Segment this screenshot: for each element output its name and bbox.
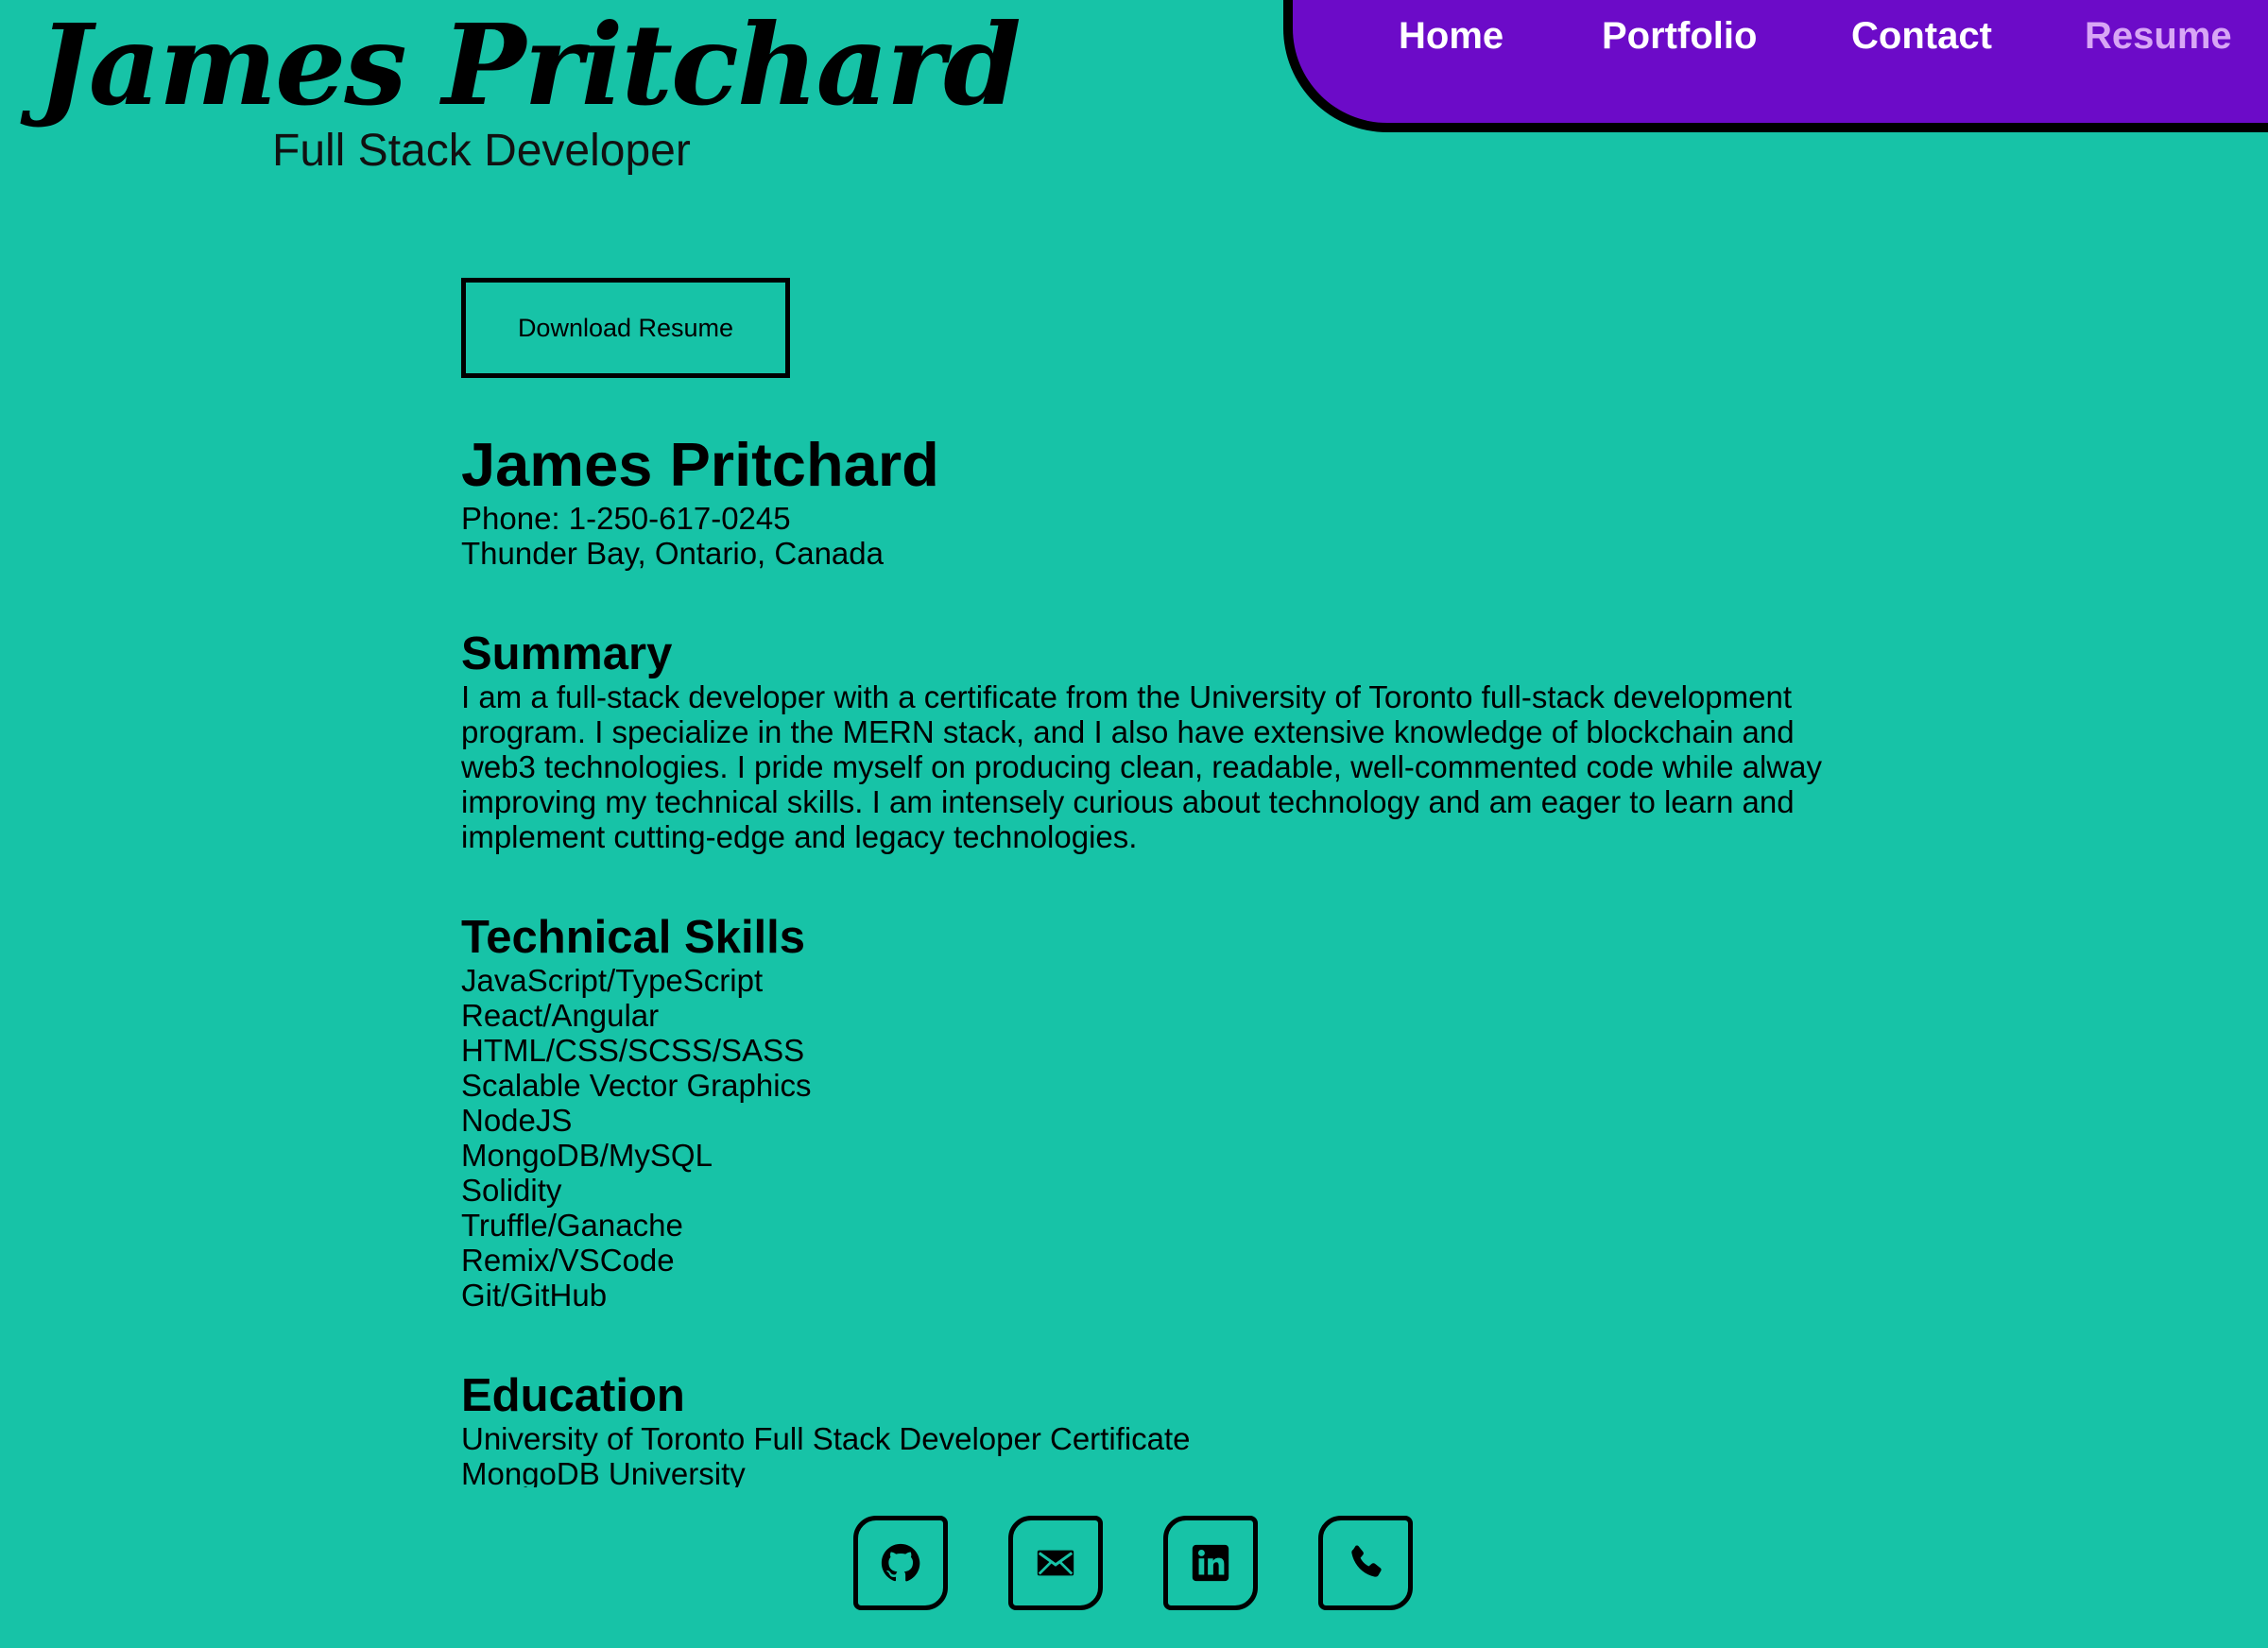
education-item: University of Toronto Full Stack Develop… xyxy=(461,1421,1191,1457)
summary-heading: Summary xyxy=(461,628,673,680)
summary-section: Summary I am a full-stack developer with… xyxy=(461,628,1822,855)
skills-section: Technical Skills JavaScript/TypeScript R… xyxy=(461,915,1822,1313)
skill-item: Truffle/Ganache xyxy=(461,1208,683,1244)
skill-item: JavaScript/TypeScript xyxy=(461,963,764,999)
nav-link-contact[interactable]: Contact xyxy=(1851,15,1992,58)
download-resume-button[interactable]: Download Resume xyxy=(461,278,790,378)
skill-item: HTML/CSS/SCSS/SASS xyxy=(461,1033,805,1069)
skill-item: Git/GitHub xyxy=(461,1278,608,1313)
contact-location: Thunder Bay, Ontario, Canada xyxy=(461,536,884,572)
education-section: Education University of Toronto Full Sta… xyxy=(461,1373,1822,1487)
summary-line: I am a full-stack developer with a certi… xyxy=(461,679,1792,715)
social-links xyxy=(853,1516,1413,1610)
github-icon xyxy=(881,1543,920,1582)
resume-page: James Pritchard Full Stack Developer Hom… xyxy=(0,0,2268,1648)
skill-item: React/Angular xyxy=(461,998,660,1034)
skill-item: MongoDB/MySQL xyxy=(461,1138,713,1174)
summary-line: improving my technical skills. I am inte… xyxy=(461,784,1795,820)
education-heading: Education xyxy=(461,1370,685,1422)
github-button[interactable] xyxy=(853,1516,948,1610)
phone-button[interactable] xyxy=(1318,1516,1413,1610)
linkedin-button[interactable] xyxy=(1163,1516,1258,1610)
summary-line: web3 technologies. I pride myself on pro… xyxy=(461,749,1822,785)
contact-phone: Phone: 1-250-617-0245 xyxy=(461,501,791,537)
education-item: MongoDB University xyxy=(461,1456,746,1487)
skill-item: Scalable Vector Graphics xyxy=(461,1068,812,1104)
nav-link-home[interactable]: Home xyxy=(1399,15,1503,58)
summary-line: implement cutting-edge and legacy techno… xyxy=(461,819,1138,855)
brand-name[interactable]: James Pritchard xyxy=(38,4,1022,127)
skill-item: Remix/VSCode xyxy=(461,1243,675,1279)
resume-content: Download Resume James Pritchard Phone: 1… xyxy=(461,278,1822,1487)
nav-link-portfolio[interactable]: Portfolio xyxy=(1602,15,1757,58)
phone-icon xyxy=(1351,1545,1382,1577)
skill-item: NodeJS xyxy=(461,1103,573,1139)
linkedin-icon xyxy=(1192,1544,1229,1582)
resume-name: James Pritchard xyxy=(461,430,939,499)
main-nav: Home Portfolio Contact Resume xyxy=(1283,0,2268,132)
summary-line: program. I specialize in the MERN stack,… xyxy=(461,714,1795,750)
skills-heading: Technical Skills xyxy=(461,912,806,964)
email-button[interactable] xyxy=(1008,1516,1103,1610)
mail-icon xyxy=(1037,1550,1074,1576)
summary-text: I am a full-stack developer with a certi… xyxy=(461,679,1822,854)
brand-subtitle: Full Stack Developer xyxy=(272,126,691,176)
skill-item: Solidity xyxy=(461,1173,562,1209)
nav-link-resume[interactable]: Resume xyxy=(2085,15,2232,58)
